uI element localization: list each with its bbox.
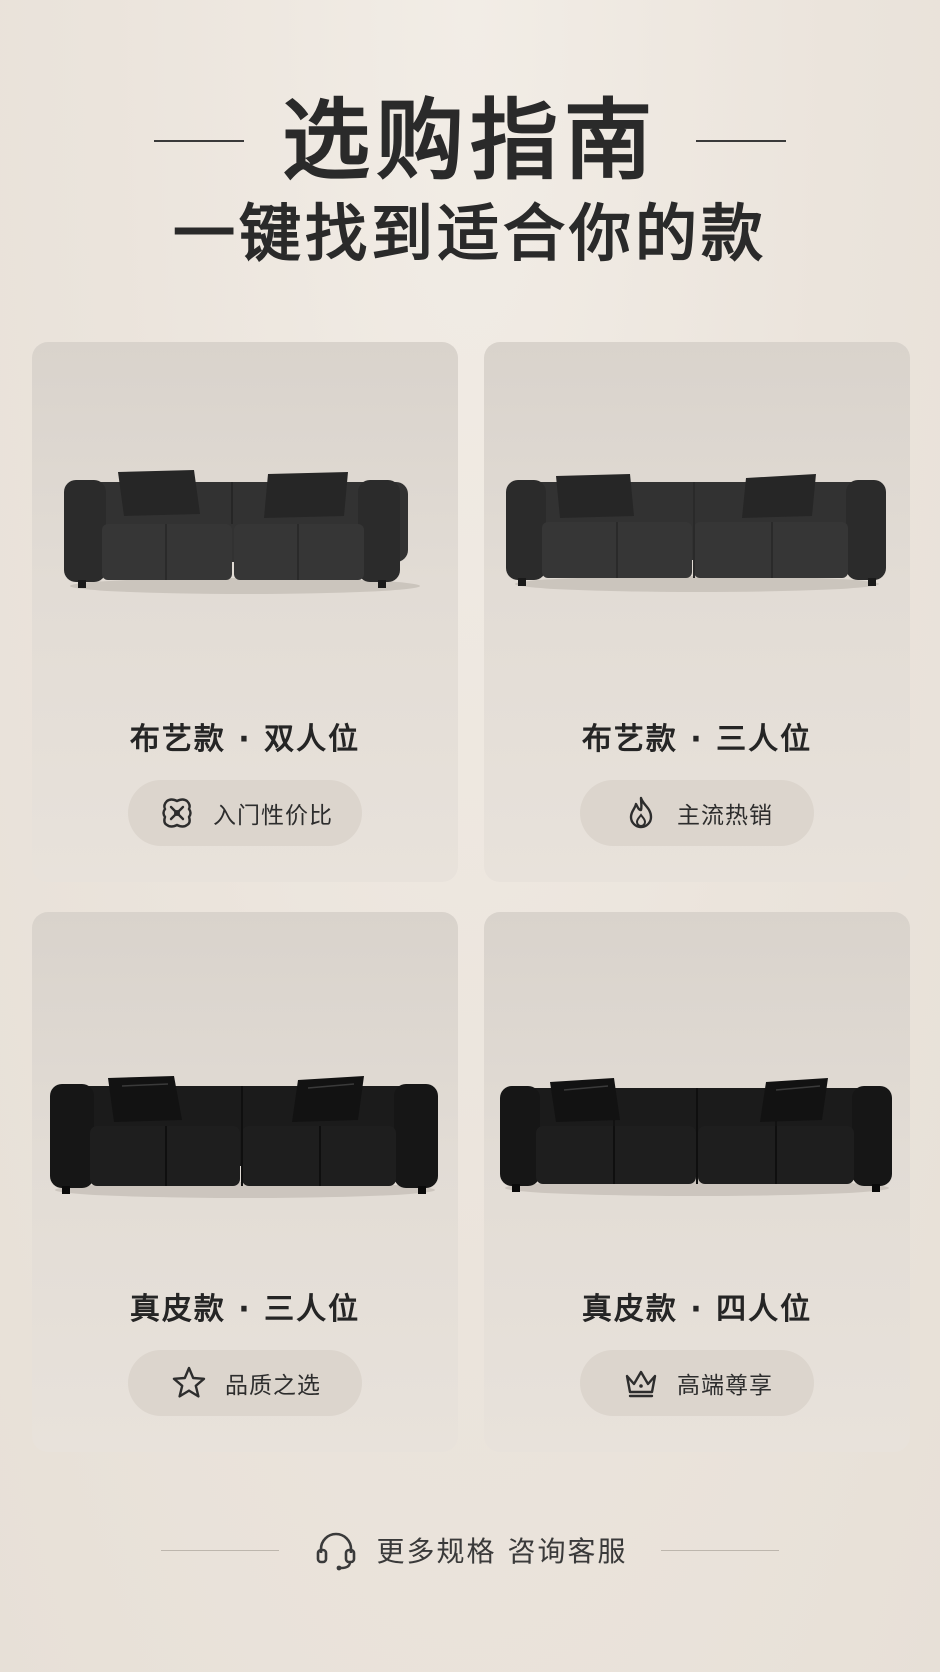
page-background: 选购指南 一键找到适合你的款 布艺款 · 双人位 入门性价比 布艺款 · 三人位… (0, 0, 940, 1672)
page-subtitle: 一键找到适合你的款 (172, 197, 767, 270)
headset-icon (313, 1527, 359, 1573)
card-title: 布艺款 · 双人位 (129, 722, 361, 757)
page-title: 选购指南 (281, 89, 658, 192)
footer-left-rule (160, 1549, 279, 1551)
sofa-image-leather-3-seat (32, 1064, 458, 1224)
value-badge-icon (157, 793, 197, 833)
title-right-rule (696, 140, 786, 142)
sofa-image-fabric-2-seat (32, 464, 458, 624)
sofa-image-leather-4-seat (484, 1064, 910, 1224)
footer-text: 更多规格 咨询客服 (376, 1535, 628, 1568)
crown-icon (621, 1363, 661, 1403)
flame-icon (621, 793, 661, 833)
card-title: 布艺款 · 三人位 (581, 722, 813, 757)
footer: 更多规格 咨询客服 (0, 1520, 940, 1580)
tag-label: 入门性价比 (213, 803, 333, 829)
product-card-fabric-2-seat[interactable]: 布艺款 · 双人位 入门性价比 (32, 342, 458, 882)
tag-label: 主流热销 (677, 803, 773, 829)
footer-right-rule (661, 1549, 780, 1551)
tag-pill-value[interactable]: 入门性价比 (128, 780, 362, 846)
title-row: 选购指南 (0, 86, 940, 196)
tag-pill-premium[interactable]: 高端尊享 (580, 1350, 814, 1416)
star-icon (169, 1363, 209, 1403)
title-left-rule (153, 140, 244, 142)
card-title: 真皮款 · 三人位 (129, 1292, 361, 1327)
product-card-fabric-3-seat[interactable]: 布艺款 · 三人位 主流热销 (484, 342, 910, 882)
customer-service-button[interactable]: 更多规格 咨询客服 (313, 1527, 628, 1573)
tag-pill-quality[interactable]: 品质之选 (128, 1350, 362, 1416)
product-card-leather-4-seat[interactable]: 真皮款 · 四人位 高端尊享 (484, 912, 910, 1452)
tag-label: 品质之选 (225, 1373, 321, 1399)
product-card-leather-3-seat[interactable]: 真皮款 · 三人位 品质之选 (32, 912, 458, 1452)
tag-label: 高端尊享 (677, 1373, 773, 1399)
card-title: 真皮款 · 四人位 (581, 1292, 813, 1327)
sofa-image-fabric-3-seat (484, 464, 910, 624)
tag-pill-bestseller[interactable]: 主流热销 (580, 780, 814, 846)
